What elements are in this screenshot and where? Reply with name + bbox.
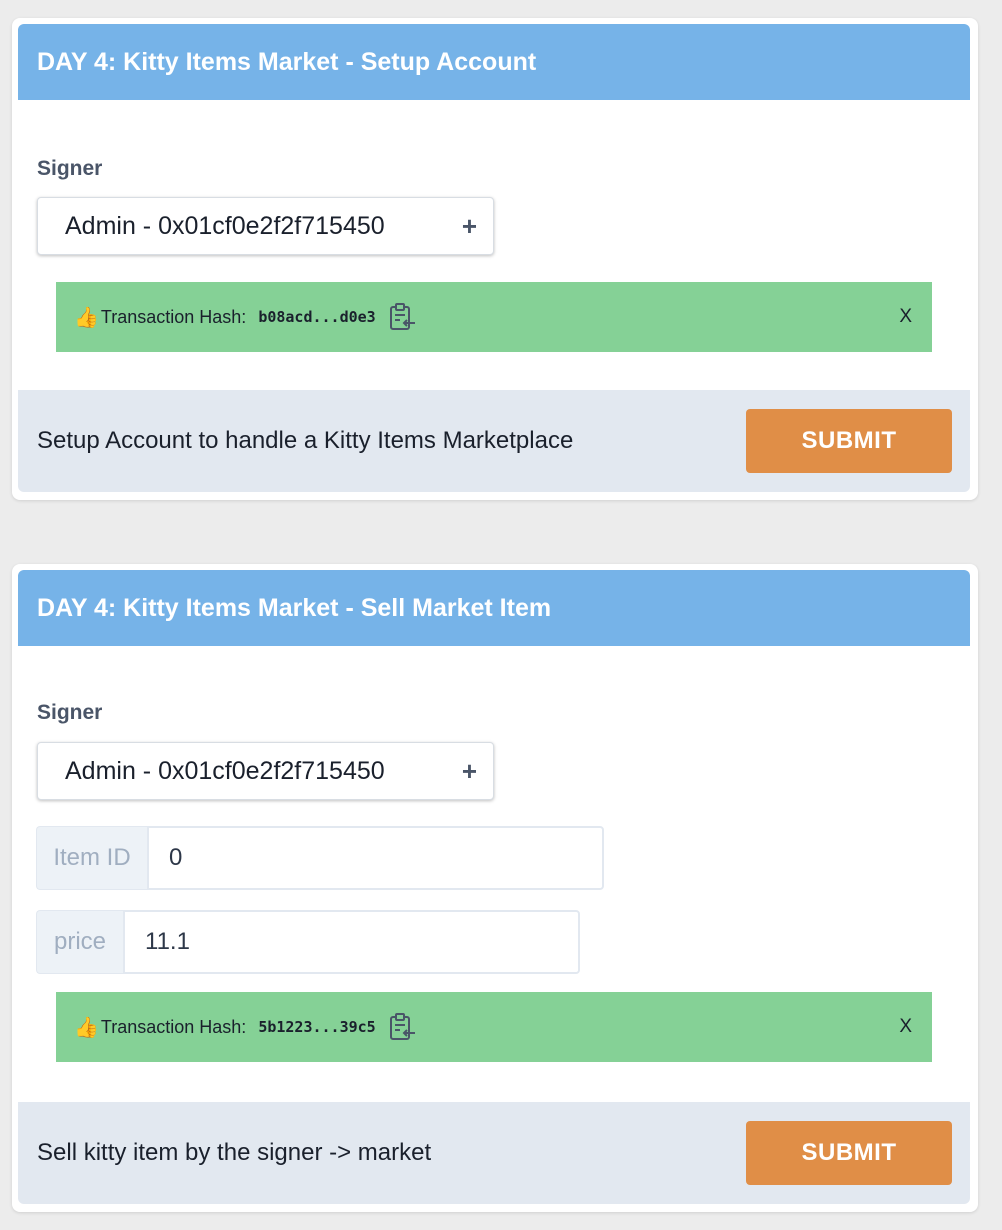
thumbs-up-icon: 👍 [74,1016,99,1039]
card-header: DAY 4: Kitty Items Market - Sell Market … [18,570,970,646]
copy-clipboard-icon[interactable] [388,302,416,332]
plus-icon: + [461,211,477,241]
sell-market-item-card: DAY 4: Kitty Items Market - Sell Market … [12,564,978,1212]
transaction-banner: 👍 Transaction Hash: b08acd...d0e3 X [56,282,932,352]
card-description: Setup Account to handle a Kitty Items Ma… [37,427,574,454]
transaction-hash-value: 5b1223...39c5 [258,1018,376,1036]
signer-value: Admin - 0x01cf0e2f2f715450 [65,211,385,240]
item-id-label: Item ID [36,826,147,890]
transaction-hash-value: b08acd...d0e3 [258,308,376,326]
transaction-hash-label: Transaction Hash: [100,306,247,327]
signer-label: Signer [37,157,103,180]
transaction-banner: 👍 Transaction Hash: 5b1223...39c5 X [56,992,932,1062]
price-label: price [36,910,123,974]
card-description: Sell kitty item by the signer -> market [37,1139,432,1166]
submit-button[interactable]: SUBMIT [746,409,952,473]
transaction-hash-label: Transaction Hash: [100,1016,247,1037]
submit-button[interactable]: SUBMIT [746,1121,952,1185]
signer-label: Signer [37,701,103,724]
thumbs-up-icon: 👍 [74,306,99,329]
signer-select[interactable]: Admin - 0x01cf0e2f2f715450 + [37,197,494,255]
signer-value: Admin - 0x01cf0e2f2f715450 [65,756,385,785]
price-input[interactable] [123,910,580,974]
close-banner-button[interactable]: X [899,306,912,328]
copy-clipboard-icon[interactable] [388,1012,416,1042]
price-field: price [36,910,580,974]
item-id-field: Item ID [36,826,604,890]
card-footer: Setup Account to handle a Kitty Items Ma… [18,390,970,492]
card-header: DAY 4: Kitty Items Market - Setup Accoun… [18,24,970,100]
close-banner-button[interactable]: X [899,1016,912,1038]
setup-account-card: DAY 4: Kitty Items Market - Setup Accoun… [12,18,978,500]
card-footer: Sell kitty item by the signer -> market … [18,1102,970,1204]
signer-select[interactable]: Admin - 0x01cf0e2f2f715450 + [37,742,494,800]
card-title: DAY 4: Kitty Items Market - Setup Accoun… [37,47,537,76]
plus-icon: + [461,756,477,786]
item-id-input[interactable] [147,826,604,890]
card-title: DAY 4: Kitty Items Market - Sell Market … [37,593,552,622]
